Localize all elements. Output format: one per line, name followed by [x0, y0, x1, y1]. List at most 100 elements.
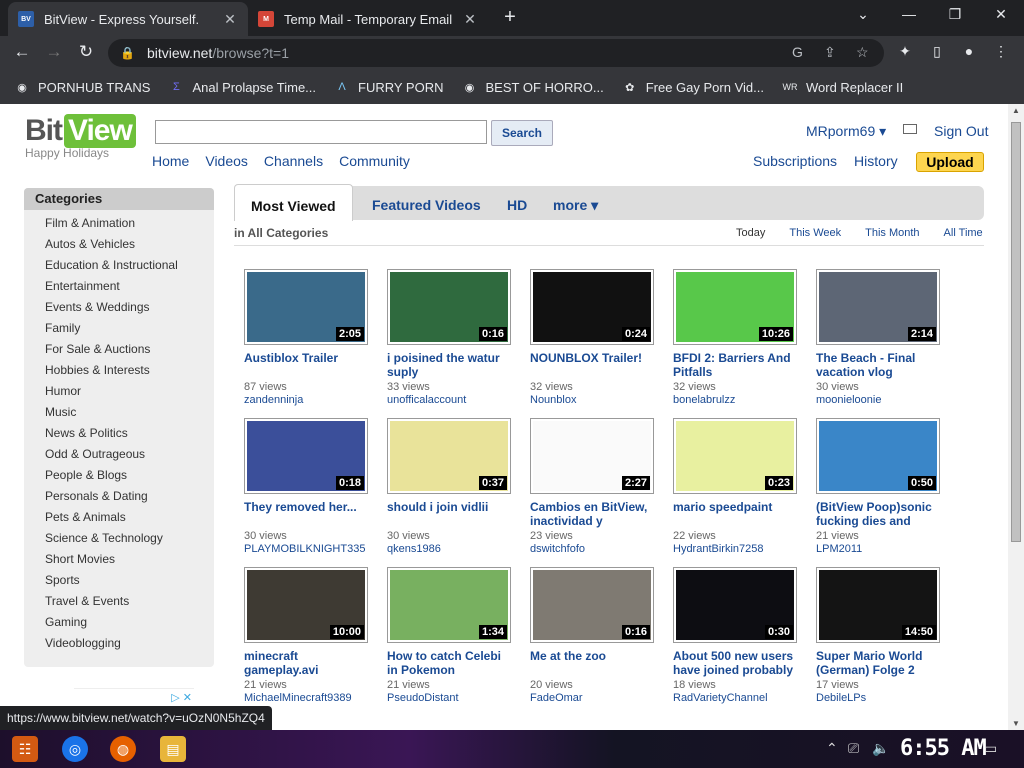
- category-item[interactable]: Music: [24, 402, 214, 423]
- video-uploader[interactable]: MichaelMinecraft9389: [244, 692, 370, 705]
- sign-out-link[interactable]: Sign Out: [934, 123, 988, 139]
- video-title[interactable]: Super Mario World (German) Folge 2: [816, 649, 942, 677]
- video-title[interactable]: (BitView Poop)sonic fucking dies and: [816, 500, 942, 528]
- nav-videos[interactable]: Videos: [205, 153, 248, 169]
- side-panel-icon[interactable]: ▯: [926, 43, 948, 60]
- share-icon[interactable]: ⇪: [824, 44, 836, 61]
- video-thumbnail[interactable]: 0:16: [530, 567, 654, 643]
- video-title[interactable]: The Beach - Final vacation vlog: [816, 351, 942, 379]
- category-item[interactable]: Science & Technology: [24, 528, 214, 549]
- video-uploader[interactable]: bonelabrulzz: [673, 394, 799, 407]
- google-lens-icon[interactable]: G: [792, 44, 803, 60]
- profile-avatar-icon[interactable]: ●: [958, 43, 980, 59]
- category-item[interactable]: News & Politics: [24, 423, 214, 444]
- file-explorer-icon[interactable]: ▤: [160, 736, 186, 762]
- time-filter-month[interactable]: This Month: [865, 227, 919, 239]
- video-thumbnail[interactable]: 0:50: [816, 418, 940, 494]
- tray-chevron-icon[interactable]: ⌃: [826, 740, 838, 757]
- site-logo[interactable]: Bit View Happy Holidays: [25, 114, 136, 160]
- category-item[interactable]: Gaming: [24, 612, 214, 633]
- bookmark-item[interactable]: Σ Anal Prolapse Time...: [168, 79, 316, 95]
- video-title[interactable]: should i join vidlii: [387, 500, 513, 528]
- video-title[interactable]: How to catch Celebi in Pokemon: [387, 649, 513, 677]
- reload-icon[interactable]: ↻: [74, 42, 98, 62]
- minimize-icon[interactable]: —: [894, 6, 924, 22]
- close-window-icon[interactable]: ✕: [986, 6, 1016, 23]
- search-input[interactable]: [156, 121, 486, 143]
- tab-temp-mail[interactable]: M Temp Mail - Temporary Email ✕: [248, 2, 488, 36]
- category-item[interactable]: People & Blogs: [24, 465, 214, 486]
- category-item[interactable]: Entertainment: [24, 276, 214, 297]
- video-thumbnail[interactable]: 0:24: [530, 269, 654, 345]
- video-thumbnail[interactable]: 0:18: [244, 418, 368, 494]
- video-title[interactable]: About 500 new users have joined probably: [673, 649, 799, 677]
- video-title[interactable]: NOUNBLOX Trailer!: [530, 351, 656, 379]
- category-item[interactable]: Film & Animation: [24, 213, 214, 234]
- extensions-icon[interactable]: ✦: [894, 43, 916, 60]
- category-item[interactable]: Humor: [24, 381, 214, 402]
- tab-bitview[interactable]: BV BitView - Express Yourself. ✕: [8, 2, 248, 36]
- bookmark-item[interactable]: ✿ Free Gay Porn Vid...: [622, 79, 764, 95]
- tab-search-icon[interactable]: ⌄: [848, 6, 878, 23]
- inbox-mail-icon[interactable]: [903, 124, 917, 134]
- category-item[interactable]: Hobbies & Interests: [24, 360, 214, 381]
- category-item[interactable]: Short Movies: [24, 549, 214, 570]
- video-title[interactable]: Austiblox Trailer: [244, 351, 370, 379]
- forward-icon[interactable]: →: [42, 42, 66, 62]
- category-item[interactable]: Family: [24, 318, 214, 339]
- video-title[interactable]: Cambios en BitView, inactividad y: [530, 500, 656, 528]
- video-uploader[interactable]: LPM2011: [816, 543, 942, 556]
- chrome-icon[interactable]: ◎: [62, 736, 88, 762]
- address-bar[interactable]: 🔒 bitview.net /browse?t=1 G ⇪ ☆: [108, 39, 884, 67]
- video-title[interactable]: mario speedpaint: [673, 500, 799, 528]
- video-uploader[interactable]: PLAYMOBILKNIGHT335: [244, 543, 370, 556]
- close-tab-icon[interactable]: ✕: [462, 11, 478, 28]
- video-thumbnail[interactable]: 2:05: [244, 269, 368, 345]
- scroll-down-icon[interactable]: ▼: [1008, 719, 1024, 728]
- video-title[interactable]: They removed her...: [244, 500, 370, 528]
- user-menu[interactable]: MRporm69 ▾: [806, 123, 886, 140]
- category-item[interactable]: Education & Instructional: [24, 255, 214, 276]
- category-item[interactable]: Odd & Outrageous: [24, 444, 214, 465]
- category-item[interactable]: Pets & Animals: [24, 507, 214, 528]
- video-thumbnail[interactable]: 10:26: [673, 269, 797, 345]
- bookmark-item[interactable]: ◉ PORNHUB TRANS: [14, 79, 150, 95]
- video-uploader[interactable]: dswitchfofo: [530, 543, 656, 556]
- video-uploader[interactable]: moonieloonie: [816, 394, 942, 407]
- notifications-icon[interactable]: ▭: [984, 740, 997, 757]
- category-item[interactable]: Autos & Vehicles: [24, 234, 214, 255]
- start-button-icon[interactable]: ☷: [12, 736, 38, 762]
- category-item[interactable]: Personals & Dating: [24, 486, 214, 507]
- video-thumbnail[interactable]: 0:37: [387, 418, 511, 494]
- category-item[interactable]: Events & Weddings: [24, 297, 214, 318]
- video-uploader[interactable]: unofficalaccount: [387, 394, 513, 407]
- video-uploader[interactable]: RadVarietyChannel: [673, 692, 799, 705]
- nav-channels[interactable]: Channels: [264, 153, 323, 169]
- video-title[interactable]: BFDI 2: Barriers And Pitfalls: [673, 351, 799, 379]
- scroll-up-icon[interactable]: ▲: [1008, 106, 1024, 115]
- video-thumbnail[interactable]: 1:34: [387, 567, 511, 643]
- category-item[interactable]: Travel & Events: [24, 591, 214, 612]
- taskbar-clock[interactable]: 6:55 AM: [900, 736, 987, 761]
- new-tab-icon[interactable]: +: [498, 6, 522, 29]
- upload-button[interactable]: Upload: [916, 152, 984, 172]
- nav-home[interactable]: Home: [152, 153, 189, 169]
- bookmark-item[interactable]: Λ FURRY PORN: [334, 79, 443, 95]
- nav-community[interactable]: Community: [339, 153, 410, 169]
- video-uploader[interactable]: FadeOmar: [530, 692, 656, 705]
- video-thumbnail[interactable]: 0:16: [387, 269, 511, 345]
- bookmark-item[interactable]: WR Word Replacer II: [782, 79, 903, 95]
- video-uploader[interactable]: qkens1986: [387, 543, 513, 556]
- video-thumbnail[interactable]: 14:50: [816, 567, 940, 643]
- history-link[interactable]: History: [854, 153, 898, 169]
- back-icon[interactable]: ←: [10, 42, 34, 62]
- video-thumbnail[interactable]: 2:27: [530, 418, 654, 494]
- category-item[interactable]: Videoblogging: [24, 633, 214, 654]
- bookmark-star-icon[interactable]: ☆: [856, 44, 869, 61]
- video-thumbnail[interactable]: 2:14: [816, 269, 940, 345]
- adchoices-icon[interactable]: ▷ ✕: [171, 691, 192, 704]
- video-thumbnail[interactable]: 0:30: [673, 567, 797, 643]
- video-title[interactable]: Me at the zoo: [530, 649, 656, 677]
- video-thumbnail[interactable]: 10:00: [244, 567, 368, 643]
- restore-icon[interactable]: ❐: [940, 6, 970, 23]
